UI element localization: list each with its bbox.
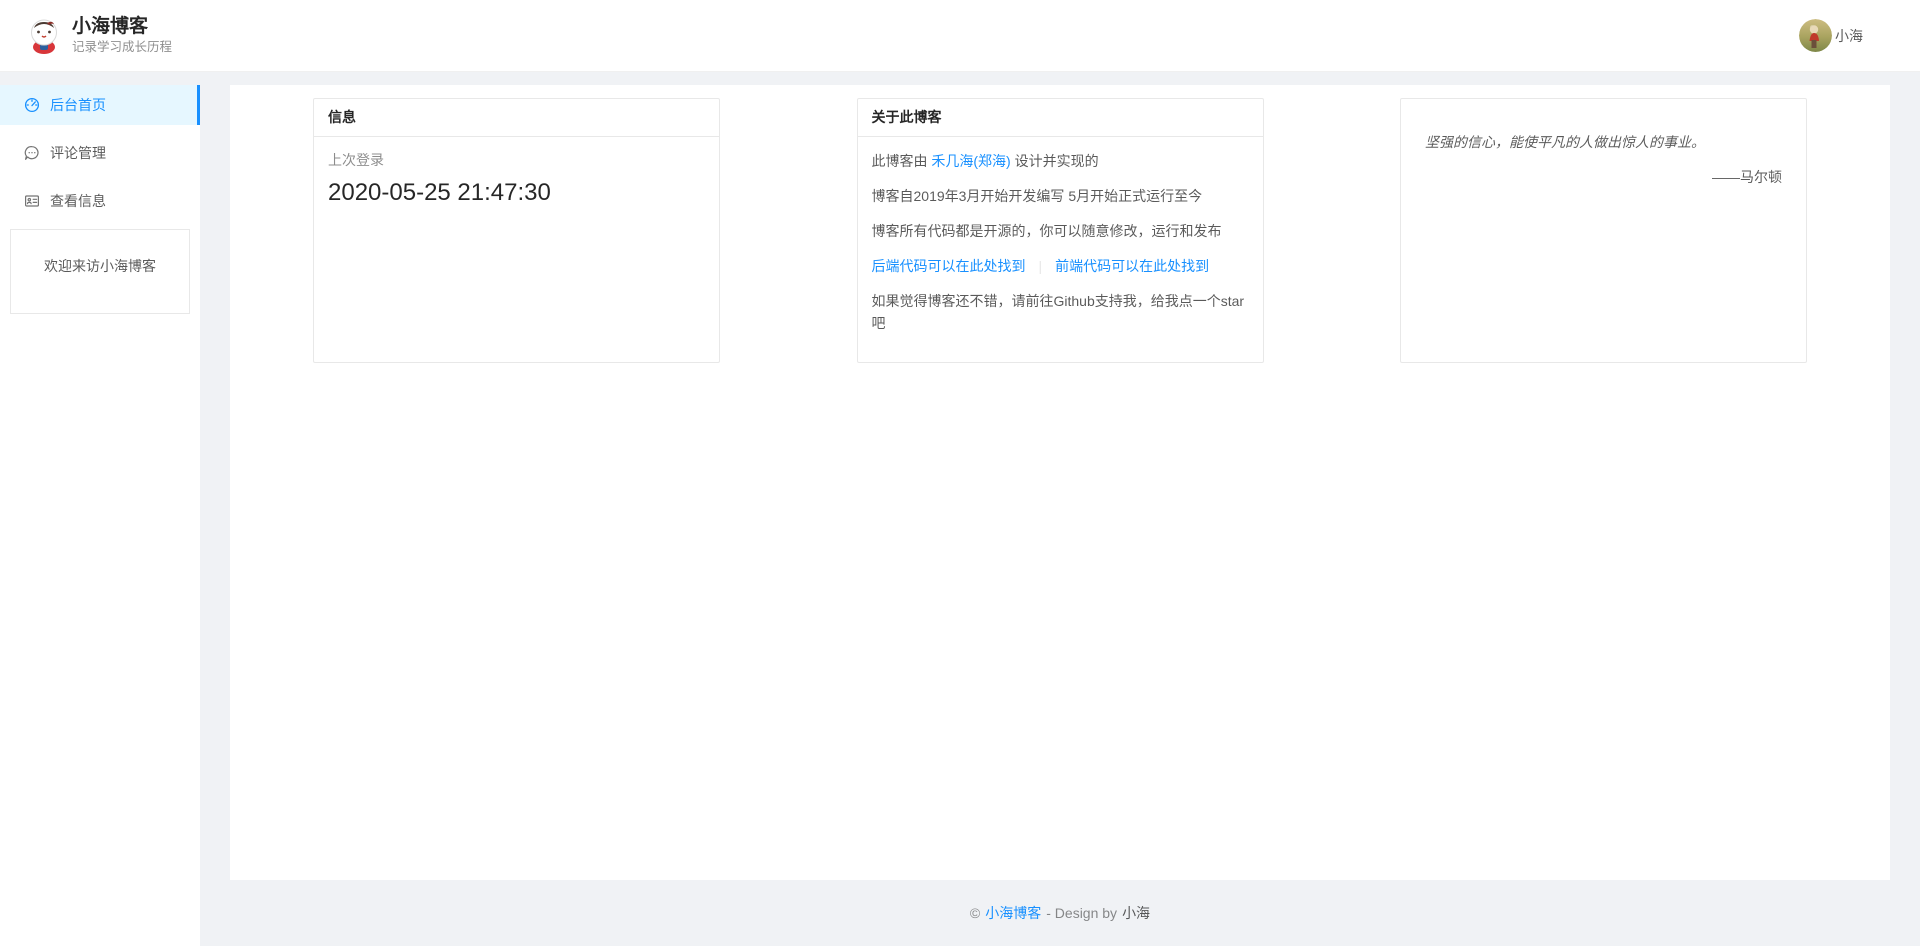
about-line-star: 如果觉得博客还不错，请前往Github支持我，给我点一个star吧	[872, 290, 1249, 334]
dashboard-icon	[24, 97, 40, 113]
cards-row: 信息 上次登录 2020-05-25 21:47:30 关于此博客 此博客由 禾…	[230, 85, 1890, 363]
comment-icon	[24, 145, 40, 161]
last-login-label: 上次登录	[328, 150, 705, 170]
about-line-author: 此博客由 禾几海(郑海) 设计并实现的	[872, 150, 1249, 172]
app-footer: © 小海博客 - Design by 小海	[230, 880, 1890, 946]
site-logo-icon	[25, 17, 63, 55]
sidebar: 后台首页 评论管理	[0, 85, 200, 946]
quote-text: 坚强的信心，能使平凡的人做出惊人的事业。	[1425, 131, 1782, 153]
author-link[interactable]: 禾几海(郑海)	[931, 153, 1010, 169]
sidebar-item-label: 后台首页	[50, 95, 106, 115]
site-title: 小海博客	[72, 16, 172, 38]
about-line1-suffix: 设计并实现的	[1011, 153, 1099, 169]
about-card: 关于此博客 此博客由 禾几海(郑海) 设计并实现的 博客自2019年3月开始开发…	[857, 98, 1264, 363]
last-login-value: 2020-05-25 21:47:30	[328, 178, 705, 208]
footer-author: 小海	[1122, 903, 1150, 923]
footer-design-by: - Design by	[1046, 905, 1117, 921]
sidebar-item-info[interactable]: 查看信息	[0, 181, 200, 221]
sidebar-item-dashboard[interactable]: 后台首页	[0, 85, 200, 125]
quote-card: 坚强的信心，能使平凡的人做出惊人的事业。 ——马尔顿	[1400, 98, 1807, 363]
about-line-links: 后端代码可以在此处找到 | 前端代码可以在此处找到	[872, 255, 1249, 277]
welcome-box: 欢迎来访小海博客	[10, 229, 190, 314]
content-panel: 信息 上次登录 2020-05-25 21:47:30 关于此博客 此博客由 禾…	[230, 85, 1890, 880]
user-avatar[interactable]	[1799, 19, 1832, 52]
user-name: 小海	[1835, 26, 1863, 46]
logo-text: 小海博客 记录学习成长历程	[72, 16, 172, 56]
link-separator: |	[1039, 258, 1043, 274]
frontend-code-link[interactable]: 前端代码可以在此处找到	[1055, 258, 1209, 274]
quote-card-body: 坚强的信心，能使平凡的人做出惊人的事业。 ——马尔顿	[1401, 99, 1806, 219]
sidebar-item-label: 评论管理	[50, 143, 106, 163]
logo-group[interactable]: 小海博客 记录学习成长历程	[25, 16, 172, 56]
main-layout: 后台首页 评论管理	[0, 72, 1920, 946]
sidebar-item-label: 查看信息	[50, 191, 106, 211]
welcome-text: 欢迎来访小海博客	[44, 258, 156, 274]
about-card-title: 关于此博客	[858, 99, 1263, 137]
about-card-body: 此博客由 禾几海(郑海) 设计并实现的 博客自2019年3月开始开发编写 5月开…	[858, 137, 1263, 347]
quote-author: ——马尔顿	[1425, 167, 1782, 187]
about-line-history: 博客自2019年3月开始开发编写 5月开始正式运行至今	[872, 185, 1249, 207]
backend-code-link[interactable]: 后端代码可以在此处找到	[872, 258, 1026, 274]
footer-site-link[interactable]: 小海博客	[985, 903, 1041, 923]
app-header: 小海博客 记录学习成长历程 小海	[0, 0, 1920, 72]
sidebar-item-comments[interactable]: 评论管理	[0, 133, 200, 173]
info-card: 信息 上次登录 2020-05-25 21:47:30	[313, 98, 720, 363]
info-card-title: 信息	[314, 99, 719, 137]
about-line1-prefix: 此博客由	[872, 153, 932, 169]
info-card-body: 上次登录 2020-05-25 21:47:30	[314, 137, 719, 221]
main-column: 信息 上次登录 2020-05-25 21:47:30 关于此博客 此博客由 禾…	[230, 85, 1890, 946]
idcard-icon	[24, 193, 40, 209]
user-menu[interactable]: 小海	[1799, 19, 1863, 52]
about-line-opensource: 博客所有代码都是开源的，你可以随意修改，运行和发布	[872, 220, 1249, 242]
site-subtitle: 记录学习成长历程	[72, 39, 172, 56]
copyright-symbol: ©	[970, 905, 980, 921]
